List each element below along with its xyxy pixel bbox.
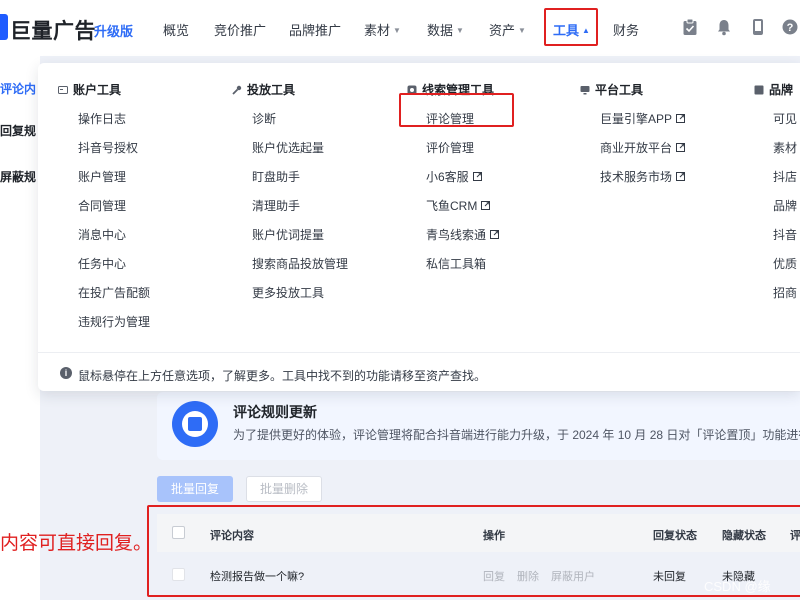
brand-badge: 升级版 [94,24,134,39]
external-link-icon [490,230,500,239]
chevron-down-icon: ▼ [456,26,464,35]
column-title-brand-tools: 品牌 [754,81,793,98]
dropdown-tip: 鼠标悬停在上方任意选项，了解更多。工具中找不到的功能请移至资产查找。 [78,369,487,383]
brand-logo-icon [0,14,8,40]
help-icon[interactable]: ? [782,18,798,36]
nav-data[interactable]: 数据 ▼ [427,20,464,39]
chevron-up-icon: ▲ [582,26,590,35]
menu-item-search-product-delivery[interactable]: 搜索商品投放管理 [252,255,348,272]
menu-item-review-management[interactable]: 评价管理 [426,139,474,156]
menu-item-feiyu-crm[interactable]: 飞鱼CRM [426,197,491,214]
menu-item-douyin-auth[interactable]: 抖音号授权 [78,139,138,156]
phone-icon[interactable] [750,18,766,36]
menu-item-brand-5[interactable]: 抖音 [773,226,797,243]
megaphone-icon-core [188,417,202,431]
menu-item-qingniao-clue[interactable]: 青鸟线索通 [426,226,500,243]
menu-item-operation-log[interactable]: 操作日志 [78,110,126,127]
batch-delete-button[interactable]: 批量删除 [246,476,322,502]
menu-item-brand-1[interactable]: 可见 [773,110,797,127]
sidebar-item-reply-rules[interactable]: 回复规 [0,122,36,139]
external-link-icon [676,114,686,123]
nav-bidding-promotion[interactable]: 竞价推广 [214,20,266,39]
nav-tools[interactable]: 工具 ▲ [553,20,590,39]
menu-item-brand-2[interactable]: 素材 [773,139,797,156]
sidebar-item-block-rules[interactable]: 屏蔽规 [0,168,36,185]
external-link-icon [472,172,482,181]
brand-tools-icon [754,85,764,95]
info-icon: i [60,367,72,379]
menu-item-service-market[interactable]: 技术服务市场 [600,168,686,185]
monitor-icon [580,86,590,95]
banner-description: 为了提供更好的体验，评论管理将配合抖音端进行能力升级，于 2024 年 10 月… [233,428,800,442]
menu-item-contract-management[interactable]: 合同管理 [78,197,126,214]
dropdown-divider [38,352,800,353]
bell-icon[interactable] [716,18,732,36]
external-link-icon [481,201,491,210]
external-link-icon [676,143,686,152]
menu-item-xiao6-service[interactable]: 小6客服 [426,168,482,185]
menu-item-task-center[interactable]: 任务中心 [78,255,126,272]
menu-item-keyword-boost[interactable]: 账户优词提量 [252,226,324,243]
menu-item-comment-management[interactable]: 评论管理 [426,110,474,127]
menu-item-diagnosis[interactable]: 诊断 [252,110,276,127]
batch-reply-button[interactable]: 批量回复 [157,476,233,502]
column-title-delivery-tools: 投放工具 [232,81,295,98]
brand-name[interactable]: 巨量广告 [10,15,96,45]
sidebar-item-comment-content[interactable]: 评论内 [0,80,36,97]
svg-text:?: ? [787,22,794,34]
menu-item-brand-6[interactable]: 优质 [773,255,797,272]
wrench-icon [232,85,242,95]
menu-item-violation-management[interactable]: 违规行为管理 [78,313,150,330]
external-link-icon [676,172,686,181]
nav-overview[interactable]: 概览 [163,20,189,39]
nav-materials[interactable]: 素材 ▼ [364,20,401,39]
menu-item-ad-quota[interactable]: 在投广告配额 [78,284,150,301]
clipboard-check-icon[interactable] [682,18,698,36]
watermark: CSDN @缘 [704,579,771,594]
menu-item-brand-3[interactable]: 抖店 [773,168,797,185]
menu-item-monitor-assistant[interactable]: 盯盘助手 [252,168,300,185]
annotation-text: 内容可直接回复。 [0,533,153,554]
chevron-down-icon: ▼ [393,26,401,35]
menu-item-cleanup-assistant[interactable]: 清理助手 [252,197,300,214]
chevron-down-icon: ▼ [518,26,526,35]
menu-item-account-boost[interactable]: 账户优选起量 [252,139,324,156]
menu-item-dm-toolbox[interactable]: 私信工具箱 [426,255,486,272]
table-highlight-box [147,505,800,597]
menu-item-brand-4[interactable]: 品牌 [773,197,797,214]
banner-title: 评论规则更新 [233,404,317,420]
nav-finance[interactable]: 财务 [613,20,639,39]
menu-item-brand-7[interactable]: 招商 [773,284,797,301]
nav-assets[interactable]: 资产 ▼ [489,20,526,39]
menu-item-message-center[interactable]: 消息中心 [78,226,126,243]
menu-item-account-management[interactable]: 账户管理 [78,168,126,185]
column-title-platform-tools: 平台工具 [580,81,643,98]
menu-item-more-delivery-tools[interactable]: 更多投放工具 [252,284,324,301]
nav-brand-promotion[interactable]: 品牌推广 [289,20,341,39]
menu-item-open-platform[interactable]: 商业开放平台 [600,139,686,156]
menu-item-engine-app[interactable]: 巨量引擎APP [600,110,686,127]
account-tools-icon [58,86,68,94]
column-title-account-tools: 账户工具 [58,81,121,98]
